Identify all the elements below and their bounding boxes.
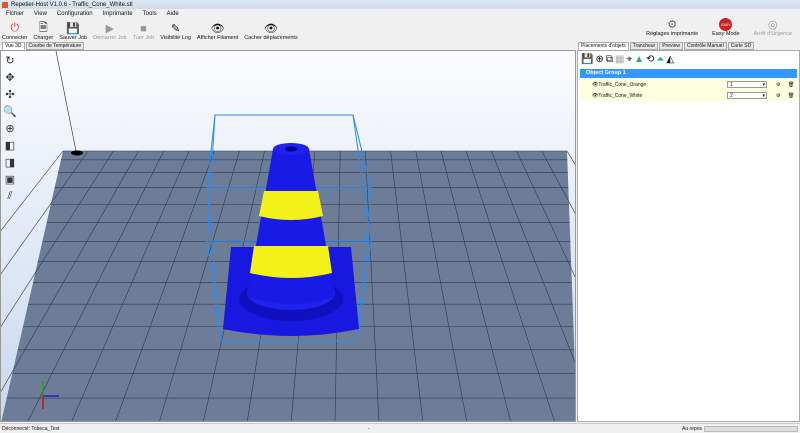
- easy-mode-button[interactable]: EASYEasy Mode: [712, 18, 740, 37]
- idle-status: Au repos: [682, 426, 702, 432]
- gear-icon[interactable]: ⚙: [776, 93, 780, 99]
- trash-icon[interactable]: 🗑: [788, 82, 794, 88]
- menu-file[interactable]: Fichier: [6, 11, 24, 17]
- play-icon: ▶: [103, 22, 117, 35]
- front-view-icon[interactable]: ◧: [5, 139, 15, 152]
- window-title: Repetier-Host V1.0.6 - Traffic_Cone_Whit…: [11, 2, 133, 8]
- extruder-select[interactable]: 2: [727, 92, 767, 99]
- scale-icon[interactable]: ▲: [634, 54, 644, 65]
- parallel-view-icon[interactable]: ⫽: [8, 190, 13, 203]
- side-view-icon[interactable]: ◨: [5, 156, 15, 169]
- tab-slicer[interactable]: Trancheur: [630, 42, 659, 50]
- status-bar: Déconnecté: Tobeca_Test - Au repos: [0, 423, 800, 433]
- eye-hidden-icon: 👁: [264, 22, 278, 35]
- move-icon[interactable]: ✥: [5, 71, 14, 84]
- cut-icon[interactable]: ⏶: [656, 54, 664, 65]
- load-button[interactable]: 🗎Charger: [33, 22, 53, 41]
- log-visibility-button[interactable]: ✎Visibilité Log: [160, 22, 191, 41]
- move-object-icon[interactable]: ✣: [5, 88, 14, 101]
- toolbar-right: ⚙Réglages imprimante EASYEasy Mode ◎Arrê…: [646, 18, 800, 37]
- origin-marker: [71, 151, 83, 156]
- kill-job-button[interactable]: ■Tuer Job: [133, 22, 155, 41]
- gears-icon: ⚙: [665, 18, 679, 31]
- zoom-fit-icon[interactable]: ⊕: [5, 122, 14, 135]
- trash-icon[interactable]: 🗑: [788, 93, 794, 99]
- emergency-icon: ◎: [766, 18, 780, 31]
- title-bar: Repetier-Host V1.0.6 - Traffic_Cone_Whit…: [0, 0, 800, 9]
- view-tabs: Vue 3D Courbe de Température: [2, 42, 84, 50]
- add-icon[interactable]: ⊕: [595, 54, 603, 65]
- emergency-stop-button[interactable]: ◎Arrêt d'Urgence: [754, 18, 792, 37]
- easy-icon: EASY: [719, 18, 733, 31]
- save-icon[interactable]: 💾: [581, 54, 593, 65]
- menu-view[interactable]: View: [34, 11, 47, 17]
- hide-moves-button[interactable]: 👁Cacher déplacements: [244, 22, 298, 41]
- object-tools: 💾 ⊕ ⧉ ▦ ⌖ ▲ ⟲ ⏶ ◭: [578, 51, 799, 68]
- menu-printer[interactable]: Imprimante: [103, 11, 133, 17]
- pencil-icon: ✎: [169, 22, 183, 35]
- document-icon: 🗎: [36, 22, 50, 35]
- rotate-icon[interactable]: ↻: [5, 54, 14, 67]
- status-middle: -: [368, 426, 370, 432]
- zoom-icon[interactable]: 🔍: [3, 105, 17, 118]
- object-placement-panel: 💾 ⊕ ⧉ ▦ ⌖ ▲ ⟲ ⏶ ◭ Object Group 1 👁 Traff…: [577, 50, 800, 422]
- progress-bar: [704, 426, 798, 432]
- tab-manual-control[interactable]: Contrôle Manuel: [684, 42, 727, 50]
- autoposition-icon[interactable]: ▦: [615, 54, 624, 65]
- panel-tabs: Placements d'objets Trancheur Preview Co…: [578, 42, 754, 50]
- extruder-select[interactable]: 1: [727, 81, 767, 88]
- eye-icon: 👁: [211, 22, 225, 35]
- connection-status: Déconnecté: Tobeca_Test: [2, 426, 59, 432]
- 3d-viewport[interactable]: ↻ ✥ ✣ 🔍 ⊕ ◧ ◨ ▣ ⫽: [0, 50, 576, 422]
- scene: [1, 51, 576, 422]
- copy-icon[interactable]: ⧉: [606, 54, 613, 65]
- object-group[interactable]: Object Group 1: [580, 69, 797, 78]
- tab-3d-view[interactable]: Vue 3D: [2, 42, 25, 50]
- start-job-button[interactable]: ▶Démarrer Job: [93, 22, 127, 41]
- menu-configuration[interactable]: Configuration: [57, 11, 93, 17]
- stop-icon: ■: [136, 22, 150, 35]
- axis-line: [56, 51, 76, 151]
- gear-icon[interactable]: ⚙: [776, 82, 780, 88]
- floppy-icon: 💾: [66, 22, 80, 35]
- app-icon: [2, 2, 8, 8]
- center-icon[interactable]: ⌖: [626, 54, 632, 65]
- show-filament-button[interactable]: 👁Afficher Filament: [197, 22, 238, 41]
- top-view-icon[interactable]: ▣: [5, 173, 15, 186]
- tab-temperature-curve[interactable]: Courbe de Température: [26, 42, 85, 50]
- object-row[interactable]: 👁 Traffic_Cone_White2⚙🗑: [580, 90, 797, 101]
- menu-help[interactable]: Aide: [167, 11, 179, 17]
- tab-preview[interactable]: Preview: [659, 42, 683, 50]
- tab-sd-card[interactable]: Carte SD: [728, 42, 755, 50]
- printer-settings-button[interactable]: ⚙Réglages imprimante: [646, 18, 698, 37]
- view-tools: ↻ ✥ ✣ 🔍 ⊕ ◧ ◨ ▣ ⫽: [1, 51, 19, 203]
- mirror-icon[interactable]: ◭: [666, 54, 674, 65]
- menu-tools[interactable]: Tools: [143, 11, 157, 17]
- save-job-button[interactable]: 💾Sauver Job: [59, 22, 87, 41]
- power-plug-icon: ⏻: [8, 22, 22, 35]
- object-row[interactable]: 👁 Traffic_Cone_Orange1⚙🗑: [580, 79, 797, 90]
- rotate-object-icon[interactable]: ⟲: [646, 54, 654, 65]
- tab-object-placement[interactable]: Placements d'objets: [578, 42, 629, 50]
- connect-button[interactable]: ⏻Connecter: [2, 22, 27, 41]
